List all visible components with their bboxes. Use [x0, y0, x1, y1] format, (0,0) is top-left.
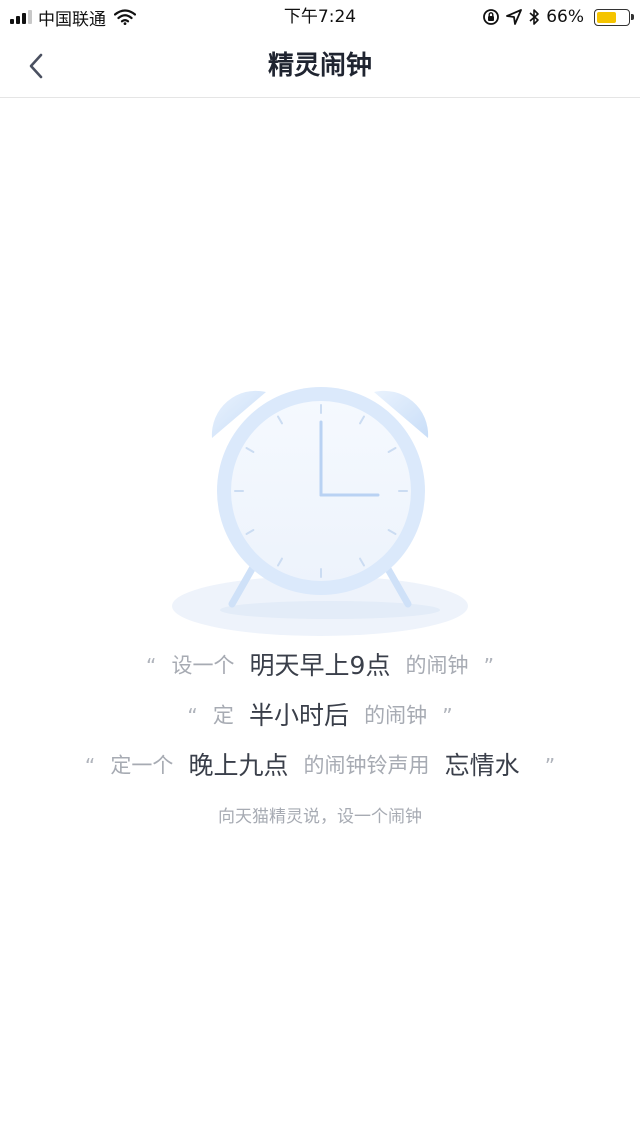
close-quote: ” [483, 653, 495, 678]
open-quote: “ [84, 753, 96, 778]
signal-strength-icon [10, 10, 32, 24]
example-highlight: 明天早上9点 [249, 650, 391, 680]
navigation-bar: 精灵闹钟 [0, 34, 640, 98]
example-command-1: “ 设一个 明天早上9点 的闹钟 ” [0, 640, 640, 690]
alarm-clock-icon [172, 387, 468, 636]
open-quote: “ [187, 703, 198, 728]
battery-percentage: 66% [546, 7, 584, 27]
example-highlight: 忘情水 [444, 750, 520, 780]
battery-level [597, 11, 617, 23]
hint-text: 向天猫精灵说，设一个闹钟 [218, 807, 422, 827]
example-text: 设一个 [171, 653, 235, 678]
example-command-3: “ 定一个 晚上九点 的闹钟铃声用 忘情水 ” [0, 740, 640, 790]
example-commands: “ 设一个 明天早上9点 的闹钟 ” “ 定 半小时后 的闹钟 ” “ 定一个 … [0, 640, 640, 828]
example-highlight: 晚上九点 [188, 750, 289, 780]
battery-icon [594, 8, 634, 26]
example-text: 的闹钟铃声用 [303, 753, 430, 778]
example-text: 定 [212, 703, 234, 728]
status-bar-left: 中国联通 [10, 5, 136, 30]
example-text: 的闹钟 [364, 703, 428, 728]
example-highlight: 半小时后 [248, 700, 349, 730]
close-quote: ” [442, 703, 453, 728]
close-quote: ” [544, 753, 556, 778]
example-command-2: “ 定 半小时后 的闹钟 ” [0, 690, 640, 740]
status-bar-right: 66% [482, 5, 634, 29]
bluetooth-icon [529, 9, 540, 25]
carrier-name: 中国联通 [38, 9, 106, 30]
status-bar: 中国联通 下午7:24 66% [0, 0, 640, 34]
wifi-icon [114, 9, 136, 25]
example-text: 定一个 [110, 753, 174, 778]
open-quote: “ [145, 653, 157, 678]
alarm-clock-illustration [160, 370, 480, 650]
rotation-lock-icon [483, 9, 500, 25]
status-time: 下午7:24 [283, 7, 357, 27]
chevron-left-icon [29, 53, 43, 79]
location-icon [506, 9, 523, 25]
example-text: 的闹钟 [405, 653, 469, 678]
page-title: 精灵闹钟 [267, 51, 372, 81]
back-button[interactable] [16, 46, 56, 86]
